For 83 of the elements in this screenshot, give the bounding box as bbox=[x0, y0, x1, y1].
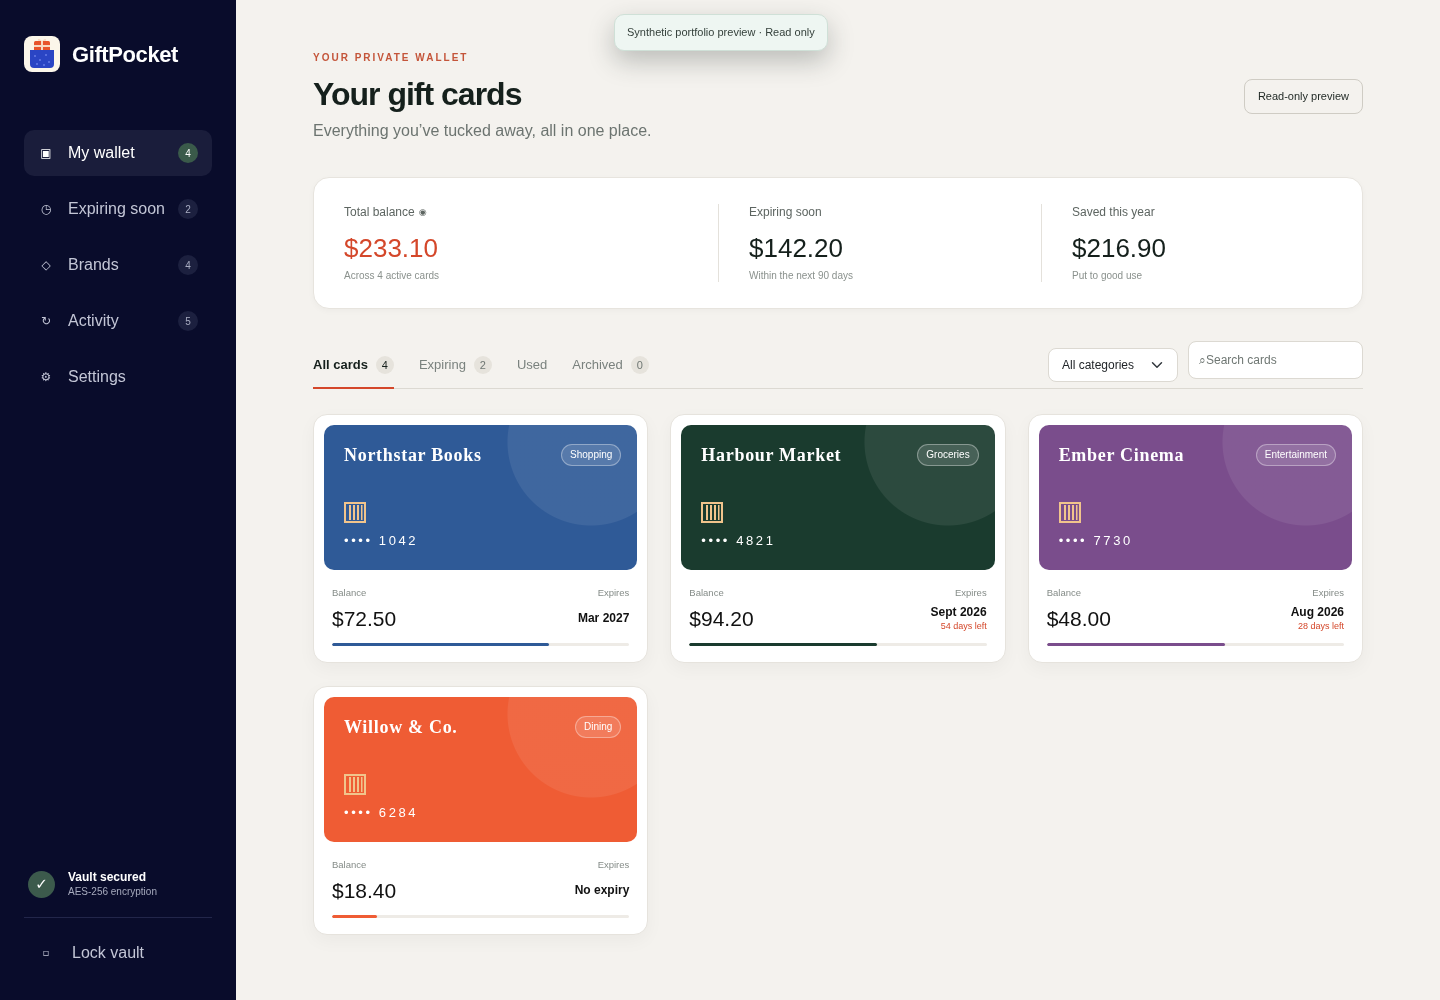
brand-title: Willow & Co. bbox=[344, 716, 458, 738]
balance-value: $94.20 bbox=[689, 605, 754, 632]
clock-icon: ◷ bbox=[40, 203, 52, 215]
stat-label: Saved this year bbox=[1072, 204, 1155, 220]
search-field[interactable]: ⌕Search cards bbox=[1188, 341, 1363, 379]
security-detail: AES-256 encryption bbox=[68, 885, 157, 899]
stat-note: Put to good use bbox=[1072, 270, 1144, 282]
category-tag: Shopping bbox=[561, 444, 622, 466]
brand-name: GiftPocket bbox=[72, 40, 179, 69]
card-number: •••• 4821 bbox=[701, 533, 777, 549]
vertical-bars-icon bbox=[701, 502, 724, 523]
filter-tab[interactable]: Archived 0 bbox=[572, 356, 649, 389]
balance-label: Balance bbox=[1046, 587, 1081, 599]
stat-note: Within the next 90 days bbox=[749, 270, 854, 282]
stat-note: Across 4 active cards bbox=[344, 270, 441, 282]
count-badge: 0 bbox=[630, 356, 649, 374]
card-number: •••• 6284 bbox=[344, 805, 420, 821]
nav-item[interactable]: ↻ Activity 5 bbox=[24, 298, 212, 344]
balance-label: Balance bbox=[689, 587, 724, 599]
page-subtitle: Everything you’ve tucked away, all in one place. bbox=[313, 121, 652, 141]
expiry-date: Mar 2027 bbox=[577, 611, 630, 626]
small-square-icon: ▫ bbox=[42, 948, 50, 958]
days-left-text: 54 days left bbox=[939, 620, 987, 632]
preview-toast: Synthetic portfolio preview · Read only bbox=[614, 14, 828, 51]
settings-icon: ⚙ bbox=[40, 371, 52, 383]
expires-label: Expires bbox=[1312, 587, 1344, 599]
category-tag: Groceries bbox=[917, 444, 979, 466]
stat-value: $233.10 bbox=[344, 232, 439, 264]
expires-label: Expires bbox=[597, 587, 630, 599]
gift-pocket-icon bbox=[24, 36, 60, 72]
balance-label: Balance bbox=[332, 859, 367, 871]
expiry-date: Aug 2026 bbox=[1290, 605, 1344, 620]
count-badge: 5 bbox=[178, 311, 198, 331]
count-badge: 4 bbox=[178, 143, 198, 163]
brand-title: Ember Cinema bbox=[1058, 444, 1185, 466]
count-badge: 4 bbox=[178, 255, 198, 275]
filter-tab[interactable]: All cards 4 bbox=[313, 356, 394, 389]
expiry-date: Sept 2026 bbox=[930, 605, 987, 620]
stat-label: Total balance bbox=[344, 204, 415, 220]
eyebrow-text: YOUR PRIVATE WALLET bbox=[313, 52, 470, 64]
stat-value: $216.90 bbox=[1072, 232, 1167, 264]
nav-item[interactable]: ◷ Expiring soon 2 bbox=[24, 186, 212, 232]
count-badge: 4 bbox=[375, 356, 394, 374]
days-left-text: 28 days left bbox=[1296, 620, 1344, 632]
gift-card[interactable]: Northstar Books Shopping •••• 1042 Balance Expires $72.50 Mar 2027 bbox=[313, 414, 649, 663]
refresh-icon: ↻ bbox=[40, 315, 52, 327]
gift-card[interactable]: Harbour Market Groceries •••• 4821 Balance Expires $94.20 Sept 2026 54 days left bbox=[670, 414, 1006, 663]
nav-item[interactable]: ◇ Brands 4 bbox=[24, 242, 212, 288]
balance-value: $18.40 bbox=[332, 877, 397, 904]
balance-value: $72.50 bbox=[332, 605, 397, 632]
count-badge: 2 bbox=[473, 356, 492, 374]
diamond-icon: ◇ bbox=[40, 259, 52, 271]
balance-label: Balance bbox=[332, 587, 367, 599]
gift-card[interactable]: Willow & Co. Dining •••• 6284 Balance Expires $18.40 No expiry bbox=[313, 686, 649, 935]
square-icon: ▣ bbox=[40, 147, 52, 159]
expires-label: Expires bbox=[954, 587, 987, 599]
brand-title: Harbour Market bbox=[701, 444, 842, 466]
read-only-preview-button[interactable]: Read-only preview bbox=[1243, 79, 1363, 114]
category-select[interactable]: All categories bbox=[1048, 348, 1178, 382]
lock-vault-button[interactable]: ▫ Lock vault bbox=[24, 930, 212, 976]
card-number: •••• 1042 bbox=[344, 533, 420, 549]
nav-item[interactable]: ⚙ Settings bbox=[24, 354, 212, 400]
security-title: Vault secured bbox=[68, 869, 148, 885]
count-badge: 2 bbox=[178, 199, 198, 219]
filter-tab[interactable]: Used bbox=[516, 356, 548, 389]
expiry-date: No expiry bbox=[574, 883, 630, 898]
brand-title: Northstar Books bbox=[344, 444, 482, 466]
stat-label: Expiring soon bbox=[749, 204, 822, 220]
filter-tab[interactable]: Expiring 2 bbox=[418, 356, 492, 389]
vertical-bars-icon bbox=[1058, 502, 1081, 523]
page-title: Your gift cards bbox=[313, 75, 523, 114]
card-number: •••• 7730 bbox=[1058, 533, 1134, 549]
category-tag: Dining bbox=[574, 716, 622, 738]
check-icon: ✓ bbox=[28, 870, 55, 898]
category-tag: Entertainment bbox=[1255, 444, 1336, 466]
vertical-bars-icon bbox=[344, 774, 366, 795]
nav-item[interactable]: ▣ My wallet 4 bbox=[24, 130, 212, 176]
vertical-bars-icon bbox=[344, 502, 366, 523]
gift-card[interactable]: Ember Cinema Entertainment •••• 7730 Balance Expires $48.00 Aug 2026 28 days left bbox=[1027, 414, 1363, 663]
expires-label: Expires bbox=[597, 859, 630, 871]
stat-value: $142.20 bbox=[749, 232, 844, 264]
dot-circle-icon: ◉ bbox=[418, 207, 427, 217]
balance-value: $48.00 bbox=[1046, 605, 1111, 632]
